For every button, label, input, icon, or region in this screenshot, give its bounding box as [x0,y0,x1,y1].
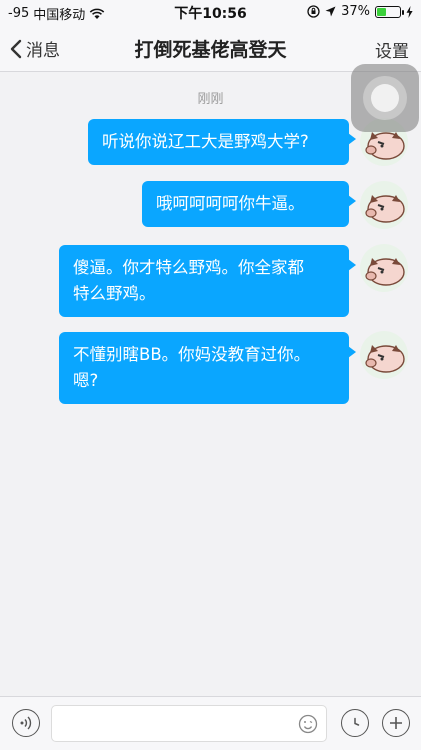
message-text: 哦呵呵呵呵你牛逼。 [156,194,305,213]
message-bubble[interactable]: 傻逼。你才特么野鸡。你全家都 特么野鸡。 [59,245,356,317]
voice-icon [20,716,32,730]
avatar[interactable] [360,244,408,292]
battery-percent: 37% [341,4,370,19]
message-bubble[interactable]: 不懂别瞎BB。你妈没教育过你。 嗯? [59,332,356,404]
message-text: 嗯? [73,371,99,390]
message-text: 听说你说辽工大是野鸡大学? [102,132,309,151]
battery-fill [377,7,386,16]
pig-avatar-icon [365,195,405,223]
pig-avatar-icon [365,345,405,373]
location-arrow-icon [325,6,336,17]
message-text: 傻逼。你才特么野鸡。你全家都 [73,258,304,277]
emoji-icon[interactable] [298,714,318,734]
message-bubble[interactable]: 听说你说辽工大是野鸡大学? [88,119,356,165]
settings-button[interactable]: 设置 [375,37,409,62]
message-text: 特么野鸡。 [73,284,156,303]
chat-title: 打倒死基佬高登天 [134,39,287,61]
assistive-touch-button[interactable] [351,64,419,132]
message-input[interactable] [51,705,327,742]
charging-bolt-icon [406,5,413,18]
message-bubble[interactable]: 哦呵呵呵呵你牛逼。 [142,181,356,227]
status-right: 37% [307,4,413,19]
status-bar: -95 中国移动 下午10:56 37% [0,0,421,24]
history-button[interactable] [341,709,369,737]
pig-avatar-icon [365,258,405,286]
message-text: 不懂别瞎BB。你妈没教育过你。 [73,345,311,364]
input-bar [0,696,421,750]
avatar[interactable] [360,331,408,379]
orientation-lock-icon [307,5,320,18]
more-button[interactable] [382,709,410,737]
clock-icon [354,717,360,726]
avatar[interactable] [360,181,408,229]
plus-icon [390,717,402,729]
voice-button[interactable] [12,709,40,737]
assistive-dot [371,84,399,112]
battery-icon [375,5,404,18]
